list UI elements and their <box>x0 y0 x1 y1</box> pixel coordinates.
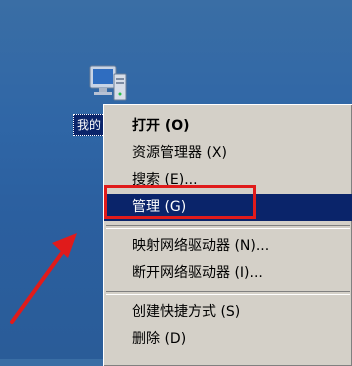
menu-item-delete[interactable]: 删除 (D) <box>104 326 352 353</box>
menu-item-open[interactable]: 打开 (O) <box>104 113 352 140</box>
menu-item-map-network-drive[interactable]: 映射网络驱动器 (N)... <box>104 233 352 260</box>
desktop: 我的 打开 (O) 资源管理器 (X) 搜索 (E)... 管理 (G) 映射网… <box>0 0 352 366</box>
menu-separator <box>106 225 350 229</box>
menu-item-disconnect-network-drive[interactable]: 断开网络驱动器 (I)... <box>104 260 352 287</box>
my-computer-label[interactable]: 我的 <box>73 114 106 136</box>
menu-item-manage[interactable]: 管理 (G) <box>104 194 352 221</box>
my-computer-icon[interactable] <box>84 62 132 110</box>
context-menu: 打开 (O) 资源管理器 (X) 搜索 (E)... 管理 (G) 映射网络驱动… <box>103 104 352 366</box>
menu-item-search[interactable]: 搜索 (E)... <box>104 167 352 194</box>
menu-item-create-shortcut[interactable]: 创建快捷方式 (S) <box>104 299 352 326</box>
menu-item-explorer[interactable]: 资源管理器 (X) <box>104 140 352 167</box>
menu-separator <box>106 291 350 295</box>
